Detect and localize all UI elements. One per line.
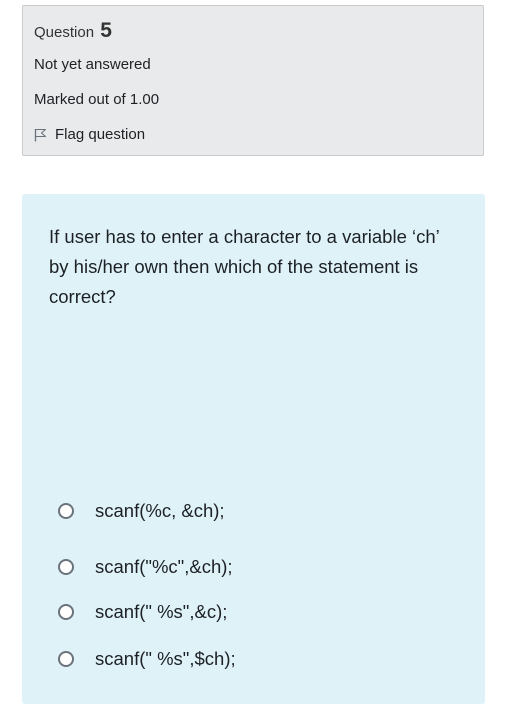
answer-option-4[interactable]: scanf(" %s",$ch); — [58, 648, 236, 670]
radio-button-icon[interactable] — [58, 604, 74, 620]
answer-option-label: scanf(" %s",&c); — [95, 601, 228, 622]
radio-button-icon[interactable] — [58, 559, 74, 575]
answer-option-label: scanf(" %s",$ch); — [95, 648, 236, 669]
radio-button-icon[interactable] — [58, 651, 74, 667]
radio-button-icon[interactable] — [58, 503, 74, 519]
question-label: Question — [34, 24, 95, 41]
answer-option-1[interactable]: scanf(%c, &ch); — [58, 500, 225, 522]
answer-option-3[interactable]: scanf(" %s",&c); — [58, 601, 227, 623]
answer-option-label: scanf("%c",&ch); — [95, 556, 233, 577]
question-grade: Marked out of 1.00 — [34, 91, 160, 108]
flag-question-button[interactable]: Flag question — [34, 126, 145, 143]
question-number-heading: Question 5 — [34, 19, 112, 43]
question-info-panel: Question 5 Not yet answered Marked out o… — [22, 5, 484, 156]
question-state: Not yet answered — [34, 56, 151, 73]
question-number: 5 — [100, 19, 112, 42]
question-text: If user has to enter a character to a va… — [49, 226, 440, 307]
answer-option-label: scanf(%c, &ch); — [95, 500, 225, 521]
answer-option-2[interactable]: scanf("%c",&ch); — [58, 556, 233, 578]
question-content-panel: If user has to enter a character to a va… — [22, 194, 485, 704]
flag-question-label: Flag question — [55, 126, 146, 143]
flag-icon — [34, 128, 47, 141]
